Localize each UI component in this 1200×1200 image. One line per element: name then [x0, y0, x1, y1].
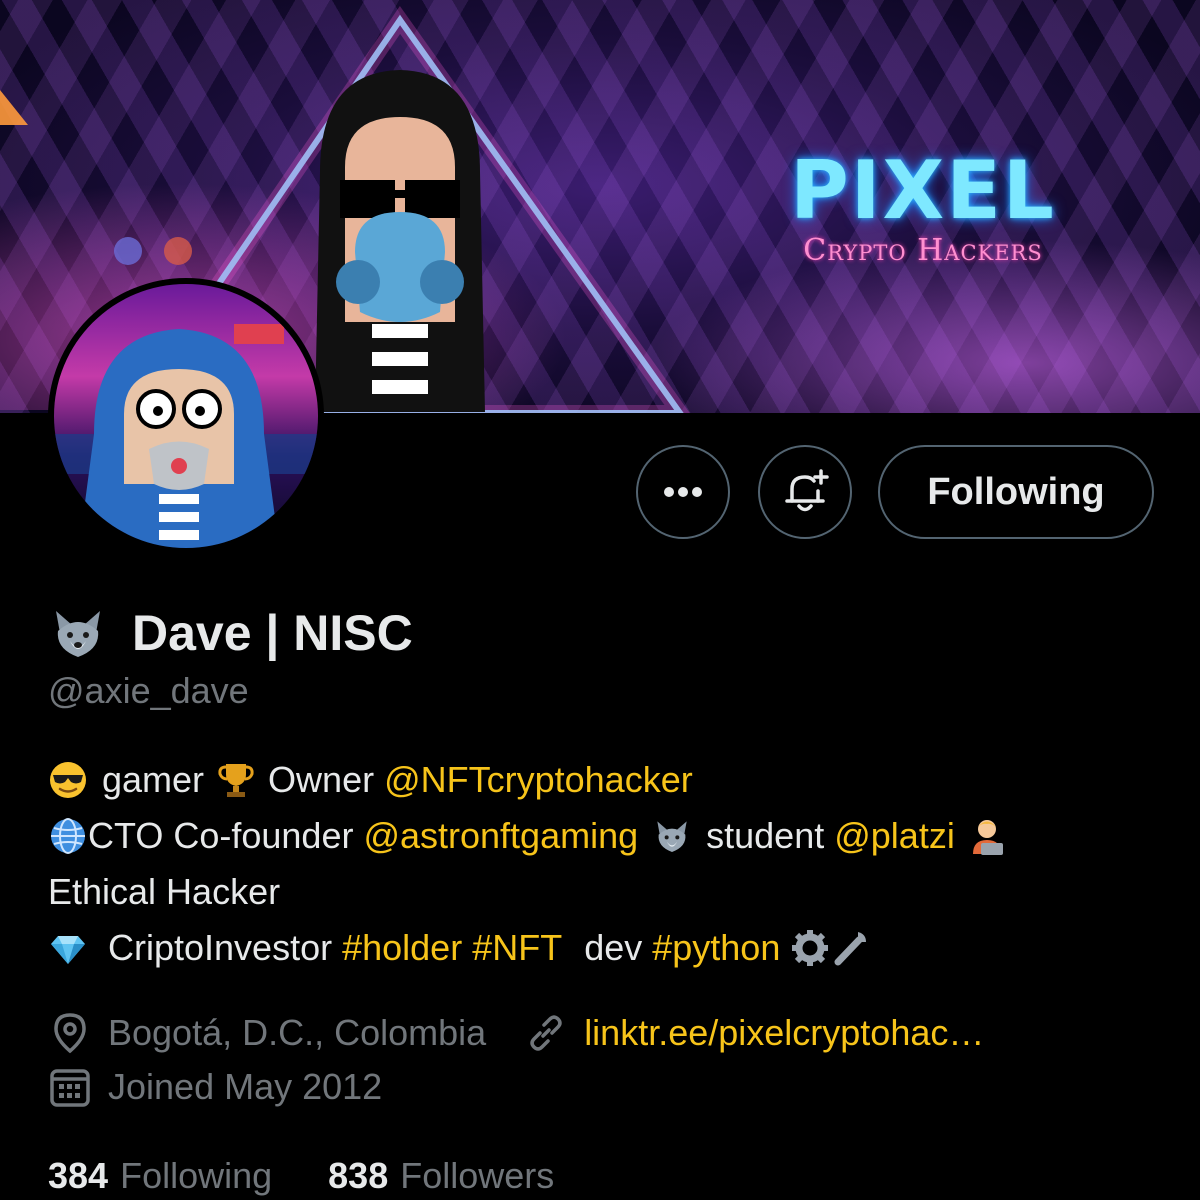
hashtag-link[interactable]: #holder	[342, 920, 462, 976]
bio-line: Ethical Hacker	[48, 864, 1168, 920]
banner-brand-subtitle: Crypto Hackers	[803, 233, 1043, 268]
sunglasses-emoji-icon	[50, 762, 86, 798]
mention-link[interactable]: @NFTcryptohacker	[384, 752, 693, 808]
mention-link[interactable]: @platzi	[834, 808, 955, 864]
following-label: Following	[120, 1155, 273, 1196]
website-link[interactable]: linktr.ee/pixelcryptohac…	[584, 1012, 984, 1054]
technologist-emoji-icon	[972, 820, 1003, 855]
notify-button[interactable]	[758, 445, 852, 539]
following-count: 384	[48, 1155, 109, 1196]
gear-emoji-icon	[792, 930, 829, 966]
following-button[interactable]: Following	[878, 445, 1154, 539]
more-options-button[interactable]	[636, 445, 730, 539]
partner-logos	[114, 237, 192, 265]
hacker-character-illustration	[315, 70, 485, 412]
bio-text: student	[706, 815, 825, 856]
profile-meta-row: Joined May 2012	[48, 1059, 382, 1115]
hashtag-link[interactable]: #NFT	[472, 920, 562, 976]
globe-emoji-icon	[51, 818, 85, 854]
display-name: Dave | NISC	[132, 605, 413, 661]
hashtag-link[interactable]: #python	[652, 920, 780, 976]
profile-page: PIXEL Crypto Hackers Following Dave | NI…	[0, 0, 1200, 1200]
profile-avatar[interactable]	[48, 278, 324, 554]
bio-text: gamer	[102, 759, 205, 800]
bio-text: CriptoInvestor	[108, 927, 333, 968]
profile-name-row: Dave | NISC	[48, 598, 413, 668]
profile-meta-row: Bogotá, D.C., Colombia linktr.ee/pixelcr…	[48, 1005, 984, 1061]
location-pin-icon	[54, 1013, 86, 1054]
location-text: Bogotá, D.C., Colombia	[108, 1012, 487, 1053]
bell-plus-icon	[785, 469, 829, 512]
following-stat[interactable]: 384 Following	[48, 1155, 272, 1197]
banner-brand: PIXEL Crypto Hackers	[778, 148, 1068, 268]
more-horizontal-icon	[664, 487, 702, 497]
banner-brand-title: PIXEL	[790, 144, 1056, 237]
wolf-emoji-icon	[56, 611, 100, 657]
profile-handle: @axie_dave	[48, 670, 249, 711]
profile-stats: 384 Following 838 Followers	[48, 1148, 554, 1200]
bio-line: CriptoInvestor #holder #NFT dev #python	[48, 920, 1168, 976]
link-icon	[530, 1015, 562, 1051]
avatar-character-illustration	[54, 324, 318, 548]
wolf-emoji-icon	[657, 821, 687, 852]
bio-line: gamer Owner @NFTcryptohacker	[48, 752, 1168, 808]
bio-text: CTO Co-founder	[88, 815, 354, 856]
bio-text: Owner	[268, 759, 375, 800]
gem-emoji-icon	[51, 936, 85, 964]
wrench-emoji-icon	[834, 932, 867, 966]
trophy-emoji-icon	[218, 764, 254, 797]
followers-stat[interactable]: 838 Followers	[328, 1155, 554, 1197]
joined-date-text: Joined May 2012	[108, 1066, 383, 1107]
calendar-icon	[50, 1069, 90, 1107]
bio-text: dev	[584, 927, 643, 968]
followers-label: Followers	[400, 1155, 555, 1196]
bio-text: Ethical Hacker	[48, 871, 281, 912]
mention-link[interactable]: @astronftgaming	[363, 808, 638, 864]
followers-count: 838	[328, 1155, 389, 1196]
bio-line: CTO Co-founder @astronftgaming student @…	[48, 808, 1168, 864]
profile-bio: gamer Owner @NFTcryptohacker CTO Co-foun…	[48, 752, 1168, 976]
avatar-image	[54, 284, 318, 548]
